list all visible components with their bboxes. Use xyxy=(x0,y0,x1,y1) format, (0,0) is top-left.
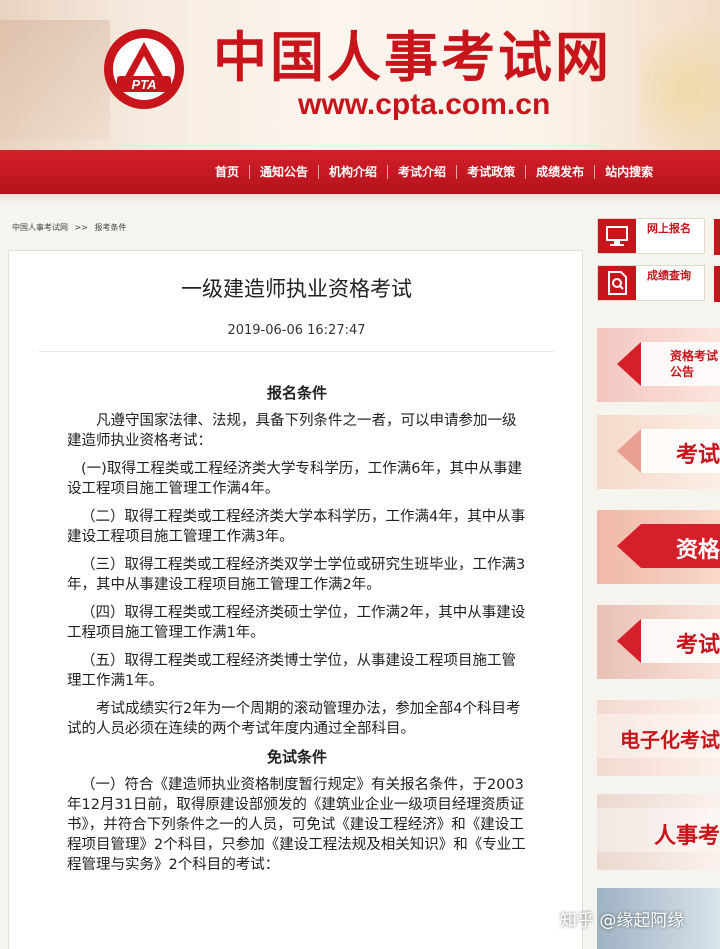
banner-exam-notice[interactable]: 资格考试公告 xyxy=(597,328,720,402)
nav-shadow xyxy=(0,194,720,204)
banner-label: 电子化考试 xyxy=(620,728,720,752)
site-header: PTA 中国人事考试网 www.cpta.com.cn xyxy=(0,0,720,150)
main-nav: 首页 通知公告 机构介绍 考试介绍 考试政策 成绩发布 站内搜索 xyxy=(0,150,720,194)
great-wall-decoration xyxy=(0,20,110,140)
nav-item-exam-intro[interactable]: 考试介绍 xyxy=(388,165,458,179)
site-url[interactable]: www.cpta.com.cn xyxy=(298,88,550,122)
banner-label: 资格 xyxy=(675,537,720,563)
nav-item-search[interactable]: 站内搜索 xyxy=(595,165,663,179)
banner-exam-2[interactable]: 考试 xyxy=(597,605,720,679)
button-edge xyxy=(714,266,720,302)
arrow-left-icon xyxy=(617,524,641,568)
article-title: 一级建造师执业资格考试 xyxy=(181,277,412,301)
banner-qualification[interactable]: 资格 xyxy=(597,510,720,584)
monitor-icon xyxy=(598,219,636,253)
arrow-left-icon xyxy=(617,342,641,386)
online-register-label: 网上报名 xyxy=(647,222,691,235)
banner-label: 考试 xyxy=(675,632,720,658)
banner-label: 考试 xyxy=(675,442,720,468)
score-query-label: 成绩查询 xyxy=(647,269,691,282)
banner-label: 人事考 xyxy=(653,823,720,849)
banner-exam[interactable]: 考试 xyxy=(597,415,720,489)
section-title-requirements: 报名条件 xyxy=(266,384,327,402)
nav-item-about[interactable]: 机构介绍 xyxy=(319,165,389,179)
banner-personnel-exam[interactable]: 人事考 xyxy=(597,794,720,870)
zhihu-watermark: 知乎 @缘起阿缘 xyxy=(560,911,685,931)
logo-text: PTA xyxy=(131,77,156,92)
search-document-icon xyxy=(598,266,636,300)
section-title-exemption: 免试条件 xyxy=(266,748,327,766)
banner-e-exam[interactable]: 电子化考试 xyxy=(597,700,720,776)
article-content: 报名条件 凡遵守国家法律、法规，具备下列条件之一者，可以申请参加一级建造师执业资… xyxy=(67,383,527,883)
article-divider xyxy=(39,351,554,352)
condition-item: （二）取得工程类或工程经济类大学本科学历，工作满4年，其中从事建设工程项目施工管… xyxy=(67,509,526,545)
header-decoration xyxy=(640,0,720,150)
site-title[interactable]: 中国人事考试网 xyxy=(213,22,612,92)
breadcrumb: 中国人事考试网 >> 报考条件 xyxy=(12,222,131,233)
intro-paragraph: 凡遵守国家法律、法规，具备下列条件之一者，可以申请参加一级建造师执业资格考试： xyxy=(67,413,517,449)
rolling-note: 考试成绩实行2年为一个周期的滚动管理办法，参加全部4个科目考试的人员必须在连续的… xyxy=(67,701,521,737)
article-panel: 一级建造师执业资格考试 2019-06-06 16:27:47 报名条件 凡遵守… xyxy=(8,250,583,949)
arrow-left-icon xyxy=(617,619,641,663)
breadcrumb-current[interactable]: 报考条件 xyxy=(95,223,127,232)
breadcrumb-home[interactable]: 中国人事考试网 xyxy=(12,223,68,232)
exemption-paragraph: （一）符合《建造师执业资格制度暂行规定》有关报名条件，于2003年12月31日前… xyxy=(67,777,526,873)
online-register-button[interactable]: 网上报名 xyxy=(597,218,720,255)
arrow-left-icon xyxy=(617,429,641,473)
nav-item-policy[interactable]: 考试政策 xyxy=(457,165,527,179)
banner-label: 资格考试公告 xyxy=(670,349,719,379)
score-query-button[interactable]: 成绩查询 xyxy=(597,265,720,302)
nav-item-home[interactable]: 首页 xyxy=(205,165,251,179)
button-edge xyxy=(714,219,720,255)
condition-item: （三）取得工程类或工程经济类双学士学位或研究生班毕业，工作满3年，其中从事建设工… xyxy=(67,557,526,593)
condition-item: （五）取得工程类或工程经济类博士学位，从事建设工程项目施工管理工作满1年。 xyxy=(67,653,516,689)
breadcrumb-separator: >> xyxy=(74,223,88,232)
article-date: 2019-06-06 16:27:47 xyxy=(227,323,366,338)
sidebar: 网上报名 成绩查询 资格考试公告 考试 资格 考试 电子化考试 人事考 xyxy=(597,218,720,949)
condition-item: (一)取得工程类或工程经济类大学专科学历，工作满6年，其中从事建设工程项目施工管… xyxy=(67,461,523,497)
pta-logo-icon[interactable]: PTA xyxy=(103,28,185,110)
nav-item-notices[interactable]: 通知公告 xyxy=(250,165,320,179)
condition-item: （四）取得工程类或工程经济类硕士学位，工作满2年，其中从事建设工程项目施工管理工… xyxy=(67,605,526,641)
nav-item-scores[interactable]: 成绩发布 xyxy=(526,165,596,179)
